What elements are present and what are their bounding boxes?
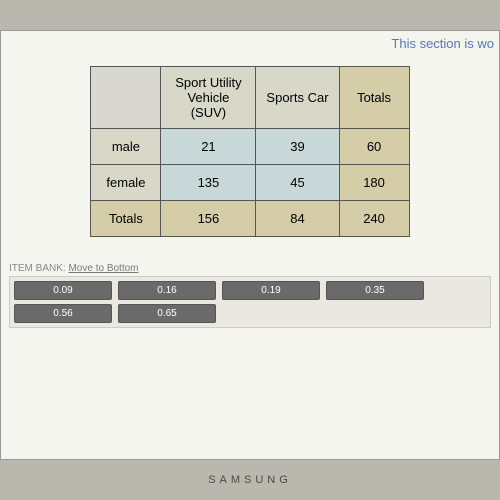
answer-chip[interactable]: 0.35	[326, 281, 424, 300]
vehicle-gender-table: Sport Utility Vehicle (SUV) Sports Car T…	[90, 66, 409, 237]
row-header-male: male	[91, 129, 161, 165]
item-bank-label: ITEM BANK: Move to Bottom	[9, 263, 491, 274]
item-bank-box: 0.09 0.16 0.19 0.35 0.56 0.65	[9, 276, 491, 328]
row-header-totals: Totals	[91, 201, 161, 237]
answer-chip[interactable]: 0.19	[222, 281, 320, 300]
device-brand: SAMSUNG	[208, 474, 292, 486]
answer-chip[interactable]: 0.56	[14, 304, 112, 323]
worksheet-screen: This section is wo Sport Utility Vehicle…	[0, 30, 500, 460]
row-header-female: female	[91, 165, 161, 201]
answer-chip[interactable]: 0.65	[118, 304, 216, 323]
col-header-sportscar: Sports Car	[256, 67, 339, 129]
cell-female-total: 180	[339, 165, 409, 201]
item-bank: ITEM BANK: Move to Bottom 0.09 0.16 0.19…	[1, 263, 499, 328]
cell-total-suv: 156	[161, 201, 256, 237]
answer-chip[interactable]: 0.16	[118, 281, 216, 300]
col-header-totals: Totals	[339, 67, 409, 129]
cell-male-suv: 21	[161, 129, 256, 165]
cell-female-sportscar: 45	[256, 165, 339, 201]
answer-chip[interactable]: 0.09	[14, 281, 112, 300]
move-to-bottom-link[interactable]: Move to Bottom	[68, 263, 138, 274]
table-row: female 135 45 180	[91, 165, 409, 201]
cell-total-sportscar: 84	[256, 201, 339, 237]
data-table-container: Sport Utility Vehicle (SUV) Sports Car T…	[1, 66, 499, 237]
cell-male-sportscar: 39	[256, 129, 339, 165]
section-banner: This section is wo	[391, 36, 494, 51]
chip-row: 0.09 0.16 0.19 0.35	[14, 281, 486, 300]
cell-grand-total: 240	[339, 201, 409, 237]
table-corner	[91, 67, 161, 129]
table-row: male 21 39 60	[91, 129, 409, 165]
chip-row: 0.56 0.65	[14, 304, 486, 323]
cell-female-suv: 135	[161, 165, 256, 201]
cell-male-total: 60	[339, 129, 409, 165]
item-bank-text: ITEM BANK:	[9, 263, 66, 274]
table-row: Totals 156 84 240	[91, 201, 409, 237]
col-header-suv: Sport Utility Vehicle (SUV)	[161, 67, 256, 129]
